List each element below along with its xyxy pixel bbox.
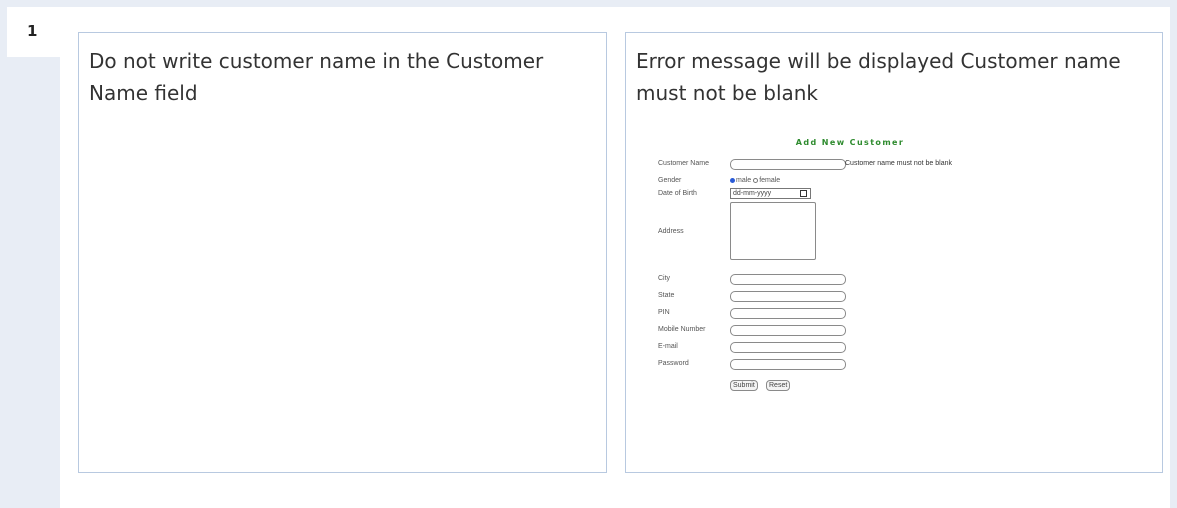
dob-label: Date of Birth: [658, 190, 697, 197]
city-input: [730, 274, 846, 285]
expected-result-text: Error message will be displayed Customer…: [636, 49, 1121, 105]
error-message: Customer name must not be blank: [845, 160, 952, 167]
pin-label: PIN: [658, 309, 670, 316]
gender-label: Gender: [658, 177, 682, 184]
gender-options: male female: [730, 177, 780, 184]
dob-placeholder: dd-mm-yyyy: [733, 190, 772, 197]
test-case-table: 1 Do not write customer name in the Cust…: [0, 0, 1177, 508]
submit-button: Submit: [730, 380, 758, 391]
customer-name-label: Customer Name: [658, 160, 709, 167]
mobile-input: [730, 325, 846, 336]
row-number-column: [7, 7, 60, 508]
expected-result-cell: Error message will be displayed Customer…: [625, 32, 1163, 473]
calendar-icon: [800, 190, 807, 197]
state-input: [730, 291, 846, 302]
form-screenshot: Add New Customer Customer Name Customer …: [648, 138, 1068, 398]
password-input: [730, 359, 846, 370]
password-label: Password: [658, 360, 689, 367]
state-label: State: [658, 292, 675, 299]
address-label: Address: [658, 228, 684, 235]
radio-unselected-icon: [753, 177, 759, 183]
row-number: 1: [27, 22, 38, 40]
pin-input: [730, 308, 846, 319]
dob-input: dd-mm-yyyy: [730, 188, 811, 199]
city-label: City: [658, 275, 671, 282]
gender-male-label: male: [736, 177, 752, 184]
test-step-text: Do not write customer name in the Custom…: [89, 49, 544, 105]
address-textarea: [730, 202, 816, 260]
gender-female-label: female: [759, 177, 781, 184]
test-case-row: Do not write customer name in the Custom…: [60, 7, 1170, 508]
form-title: Add New Customer: [795, 138, 905, 147]
reset-button: Reset: [766, 380, 791, 391]
email-input: [730, 342, 846, 353]
radio-selected-icon: [730, 177, 735, 183]
customer-name-input: [730, 159, 846, 170]
email-label: E-mail: [658, 343, 678, 350]
test-step-cell: Do not write customer name in the Custom…: [78, 32, 607, 473]
mobile-label: Mobile Number: [658, 326, 706, 333]
